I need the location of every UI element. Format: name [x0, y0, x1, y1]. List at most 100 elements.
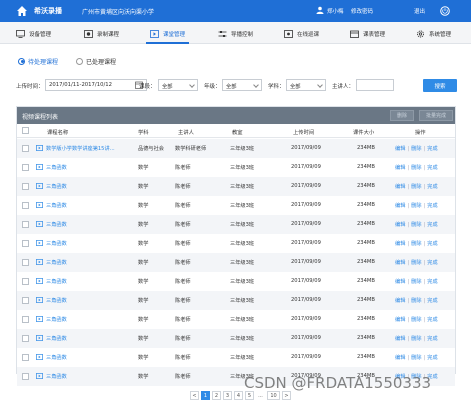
- page-4[interactable]: 4: [234, 391, 243, 400]
- page-10[interactable]: 10: [267, 391, 280, 400]
- segment-select[interactable]: 全部: [158, 79, 198, 91]
- course-name-link[interactable]: 数学版小学数学讲座第15讲...: [46, 145, 115, 152]
- delete-link[interactable]: 删除: [411, 146, 421, 152]
- course-name-link[interactable]: 三角函数: [46, 164, 67, 171]
- home-icon[interactable]: [16, 5, 28, 17]
- delete-link[interactable]: 删除: [411, 184, 421, 190]
- finish-link[interactable]: 完成: [427, 317, 437, 323]
- gear-icon: [417, 30, 424, 37]
- course-name-link[interactable]: 三角函数: [46, 221, 67, 228]
- page-2[interactable]: 2: [212, 391, 221, 400]
- prev-page-button[interactable]: <: [190, 391, 199, 400]
- edit-link[interactable]: 编辑: [395, 222, 405, 228]
- row-checkbox[interactable]: [22, 335, 29, 342]
- edit-link[interactable]: 编辑: [395, 279, 405, 285]
- row-checkbox[interactable]: [22, 202, 29, 209]
- row-checkbox[interactable]: [22, 259, 29, 266]
- page-3[interactable]: 3: [223, 391, 232, 400]
- edit-link[interactable]: 编辑: [395, 298, 405, 304]
- edit-link[interactable]: 编辑: [395, 260, 405, 266]
- done-radio[interactable]: [76, 57, 84, 65]
- row-checkbox[interactable]: [22, 316, 29, 323]
- logout-link[interactable]: 退出: [414, 7, 425, 15]
- next-page-button[interactable]: >: [282, 391, 291, 400]
- delete-link[interactable]: 删除: [411, 222, 421, 228]
- finish-link[interactable]: 完成: [427, 260, 437, 266]
- finish-link[interactable]: 完成: [427, 203, 437, 209]
- row-actions: 编辑 | 删除 | 完成: [395, 183, 438, 190]
- nav-classroom-management[interactable]: 课堂管理: [146, 28, 190, 44]
- delete-link[interactable]: 删除: [411, 241, 421, 247]
- finish-link[interactable]: 完成: [427, 165, 437, 171]
- date-range-input[interactable]: 2017/01/11-2017/10/12: [45, 79, 147, 91]
- video-file-icon: [36, 278, 43, 284]
- row-checkbox[interactable]: [22, 221, 29, 228]
- course-name-link[interactable]: 三角函数: [46, 259, 67, 266]
- edit-link[interactable]: 编辑: [395, 165, 405, 171]
- edit-link[interactable]: 编辑: [395, 317, 405, 323]
- batch-finish-button[interactable]: 批量完成: [419, 110, 454, 121]
- course-name-link[interactable]: 三角函数: [46, 202, 67, 209]
- finish-link[interactable]: 完成: [427, 279, 437, 285]
- nav-record-course[interactable]: 录制课程: [84, 28, 119, 39]
- page-1[interactable]: 1: [201, 391, 210, 400]
- row-checkbox[interactable]: [22, 297, 29, 304]
- delete-link[interactable]: 删除: [411, 336, 421, 342]
- nav-schedule-management[interactable]: 课表管理: [350, 28, 385, 39]
- row-checkbox[interactable]: [22, 240, 29, 247]
- pending-radio[interactable]: [18, 57, 25, 65]
- edit-link[interactable]: 编辑: [395, 355, 405, 361]
- row-checkbox[interactable]: [22, 373, 29, 380]
- search-button[interactable]: 搜索: [423, 79, 457, 92]
- delete-selected-button[interactable]: 删除: [390, 110, 415, 121]
- nav-director-control[interactable]: 导播控制: [218, 28, 253, 39]
- finish-link[interactable]: 完成: [427, 336, 437, 342]
- delete-link[interactable]: 删除: [411, 298, 421, 304]
- change-password-link[interactable]: 修改密码: [351, 7, 373, 15]
- nav-system-management[interactable]: 系统管理: [416, 28, 451, 39]
- finish-link[interactable]: 完成: [427, 241, 437, 247]
- edit-link[interactable]: 编辑: [395, 203, 405, 209]
- course-name-link[interactable]: 三角函数: [46, 316, 67, 323]
- grade-select[interactable]: 全部: [222, 79, 262, 91]
- edit-link[interactable]: 编辑: [395, 336, 405, 342]
- finish-link[interactable]: 完成: [427, 298, 437, 304]
- course-name-link[interactable]: 三角函数: [46, 240, 67, 247]
- finish-link[interactable]: 完成: [427, 222, 437, 228]
- power-icon[interactable]: [440, 6, 450, 16]
- username[interactable]: 郑小梅: [327, 7, 344, 15]
- nav-online-inspection[interactable]: 在线巡课: [284, 28, 319, 39]
- delete-link[interactable]: 删除: [411, 165, 421, 171]
- delete-link[interactable]: 删除: [411, 260, 421, 266]
- tab-pending-label[interactable]: 待处理课程: [28, 57, 58, 66]
- select-all-checkbox[interactable]: [22, 127, 29, 134]
- course-name-link[interactable]: 三角函数: [46, 373, 67, 380]
- finish-link[interactable]: 完成: [427, 355, 437, 361]
- edit-link[interactable]: 编辑: [395, 184, 405, 190]
- finish-link[interactable]: 完成: [427, 146, 437, 152]
- upload-date-cell: 2017/09/09: [291, 145, 321, 151]
- panel-title: 视频课程列表: [22, 114, 59, 121]
- course-name-link[interactable]: 三角函数: [46, 354, 67, 361]
- delete-link[interactable]: 删除: [411, 203, 421, 209]
- course-name-link[interactable]: 三角函数: [46, 183, 67, 190]
- delete-link[interactable]: 删除: [411, 317, 421, 323]
- row-checkbox[interactable]: [22, 278, 29, 285]
- row-checkbox[interactable]: [22, 145, 29, 152]
- row-checkbox[interactable]: [22, 354, 29, 361]
- edit-link[interactable]: 编辑: [395, 146, 405, 152]
- row-checkbox[interactable]: [22, 164, 29, 171]
- delete-link[interactable]: 删除: [411, 279, 421, 285]
- course-name-link[interactable]: 三角函数: [46, 297, 67, 304]
- course-select[interactable]: 全部: [286, 79, 326, 91]
- nav-device-management[interactable]: 设备管理: [16, 28, 51, 39]
- teacher-input[interactable]: [356, 79, 394, 91]
- course-name-link[interactable]: 三角函数: [46, 335, 67, 342]
- finish-link[interactable]: 完成: [427, 184, 437, 190]
- delete-link[interactable]: 删除: [411, 355, 421, 361]
- course-name-link[interactable]: 三角函数: [46, 278, 67, 285]
- row-checkbox[interactable]: [22, 183, 29, 190]
- page-5[interactable]: 5: [245, 391, 254, 400]
- edit-link[interactable]: 编辑: [395, 241, 405, 247]
- tab-done-label[interactable]: 已处理课程: [86, 57, 116, 66]
